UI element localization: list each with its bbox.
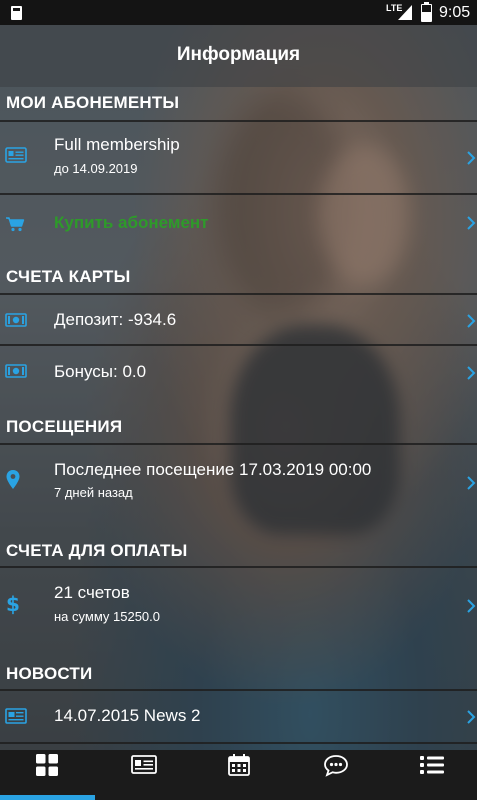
sd-card-icon (11, 6, 22, 20)
chevron-right-icon (467, 216, 476, 230)
section-title: ПОСЕЩЕНИЯ (6, 417, 123, 436)
calendar-icon (228, 754, 250, 776)
buy-membership-label: Купить абонемент (54, 213, 209, 232)
list-icon (420, 756, 444, 774)
news-title: 14.07.2015 News 2 (54, 706, 201, 725)
money-icon (5, 313, 27, 327)
clock: 9:05 (439, 4, 471, 21)
tab-messages[interactable] (288, 750, 383, 800)
section-news: НОВОСТИ (0, 660, 477, 688)
cart-icon (6, 217, 25, 232)
active-tab-indicator (0, 795, 95, 800)
chevron-right-icon (467, 476, 476, 490)
last-visit-ago: 7 дней назад (54, 485, 133, 500)
signal-icon (398, 5, 412, 20)
invoices-total: на сумму 15250.0 (54, 609, 160, 624)
dashboard-grid-icon (36, 754, 58, 776)
section-visits: ПОСЕЩЕНИЯ (0, 413, 477, 441)
membership-title: Full membership (54, 135, 180, 154)
section-title: СЧЕТА КАРТЫ (6, 267, 131, 286)
news-row[interactable]: 14.07.2015 News 2 (0, 691, 477, 741)
chevron-right-icon (467, 314, 476, 328)
membership-expiry: до 14.09.2019 (54, 161, 138, 176)
chevron-right-icon (467, 366, 476, 380)
invoices-row[interactable]: $ 21 счетов на сумму 15250.0 (0, 568, 477, 638)
dollar-icon: $ (6, 593, 20, 615)
section-invoices: СЧЕТА ДЛЯ ОПЛАТЫ (0, 537, 477, 565)
section-title: МОИ АБОНЕМЕНТЫ (6, 93, 180, 112)
tab-list[interactable] (384, 750, 477, 800)
money-icon (5, 364, 27, 378)
app-bar: Информация (0, 25, 477, 87)
id-card-icon (131, 755, 157, 774)
last-visit-row[interactable]: Последнее посещение 17.03.2019 00:00 7 д… (0, 445, 477, 515)
section-card-accounts: СЧЕТА КАРТЫ (0, 263, 477, 291)
newspaper-icon (5, 708, 27, 724)
location-pin-icon (6, 470, 20, 489)
deposit-label: Депозит: -934.6 (54, 310, 177, 329)
page-title: Информация (176, 44, 301, 65)
tab-calendar[interactable] (192, 750, 287, 800)
chevron-right-icon (467, 710, 476, 724)
bonuses-label: Бонусы: 0.0 (54, 362, 147, 381)
tab-dashboard[interactable] (0, 750, 95, 800)
chevron-right-icon (467, 599, 476, 613)
status-bar: LTE 9:05 (0, 0, 477, 25)
bonuses-row[interactable]: Бонусы: 0.0 (0, 346, 477, 394)
section-title: СЧЕТА ДЛЯ ОПЛАТЫ (6, 541, 188, 560)
deposit-row[interactable]: Депозит: -934.6 (0, 295, 477, 343)
battery-icon (421, 2, 432, 22)
chevron-right-icon (467, 151, 476, 165)
invoices-count: 21 счетов (54, 583, 130, 602)
buy-membership-row[interactable]: Купить абонемент (0, 195, 477, 257)
section-title: НОВОСТИ (6, 664, 93, 683)
tab-membership-card[interactable] (96, 750, 191, 800)
membership-row[interactable]: Full membership до 14.09.2019 (0, 122, 477, 182)
chat-bubble-icon (324, 755, 348, 777)
last-visit-title: Последнее посещение 17.03.2019 00:00 (54, 460, 372, 479)
info-list: МОИ АБОНЕМЕНТЫ Full membership до 14.09.… (0, 87, 477, 750)
svg-text:$: $ (6, 593, 20, 615)
section-memberships: МОИ АБОНЕМЕНТЫ (0, 89, 477, 117)
id-card-icon (5, 147, 27, 163)
bottom-tab-bar (0, 750, 477, 800)
